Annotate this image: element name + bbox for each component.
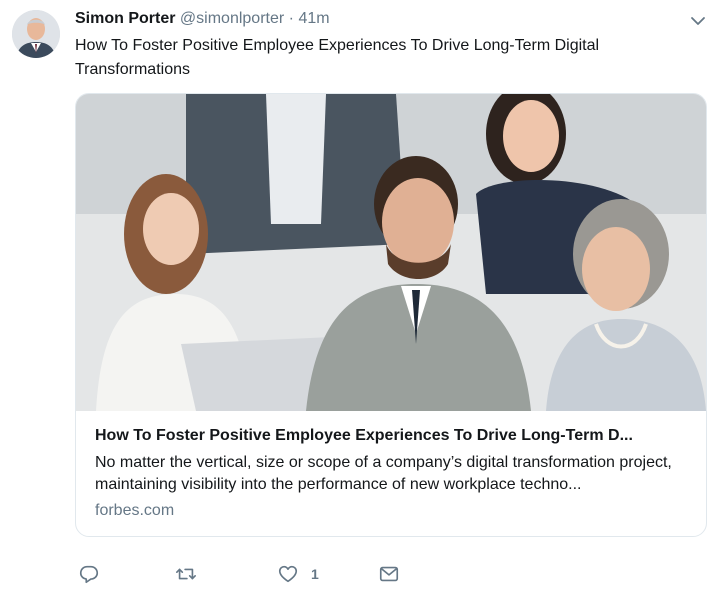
direct-message-button[interactable] xyxy=(378,560,400,588)
tweet-text: How To Foster Positive Employee Experien… xyxy=(75,37,600,78)
retweet-icon xyxy=(176,568,196,580)
avatar[interactable] xyxy=(12,10,60,58)
retweet-button[interactable] xyxy=(175,560,197,588)
action-bar: 1 xyxy=(75,560,675,588)
avatar-image xyxy=(12,10,60,58)
heart-icon xyxy=(278,565,298,583)
tweet-header: Simon Porter @simonlporter · 41m xyxy=(75,9,330,29)
chevron-down-icon[interactable] xyxy=(689,12,707,30)
reply-button[interactable] xyxy=(78,560,100,588)
card-description: No matter the vertical, size or scope of… xyxy=(95,454,672,493)
like-count: 1 xyxy=(311,566,319,582)
card-title: How To Foster Positive Employee Experien… xyxy=(95,427,633,444)
author-name[interactable]: Simon Porter xyxy=(75,10,175,27)
reply-icon xyxy=(79,565,99,584)
author-handle[interactable]: @simonlporter xyxy=(180,10,284,27)
envelope-icon xyxy=(379,566,399,582)
card-body: How To Foster Positive Employee Experien… xyxy=(95,425,691,522)
like-button[interactable]: 1 xyxy=(277,560,319,588)
link-card[interactable]: How To Foster Positive Employee Experien… xyxy=(75,93,707,537)
header-separator: · xyxy=(288,10,294,27)
card-domain: forbes.com xyxy=(95,502,175,519)
timestamp[interactable]: 41m xyxy=(298,10,329,27)
card-image xyxy=(76,94,706,411)
